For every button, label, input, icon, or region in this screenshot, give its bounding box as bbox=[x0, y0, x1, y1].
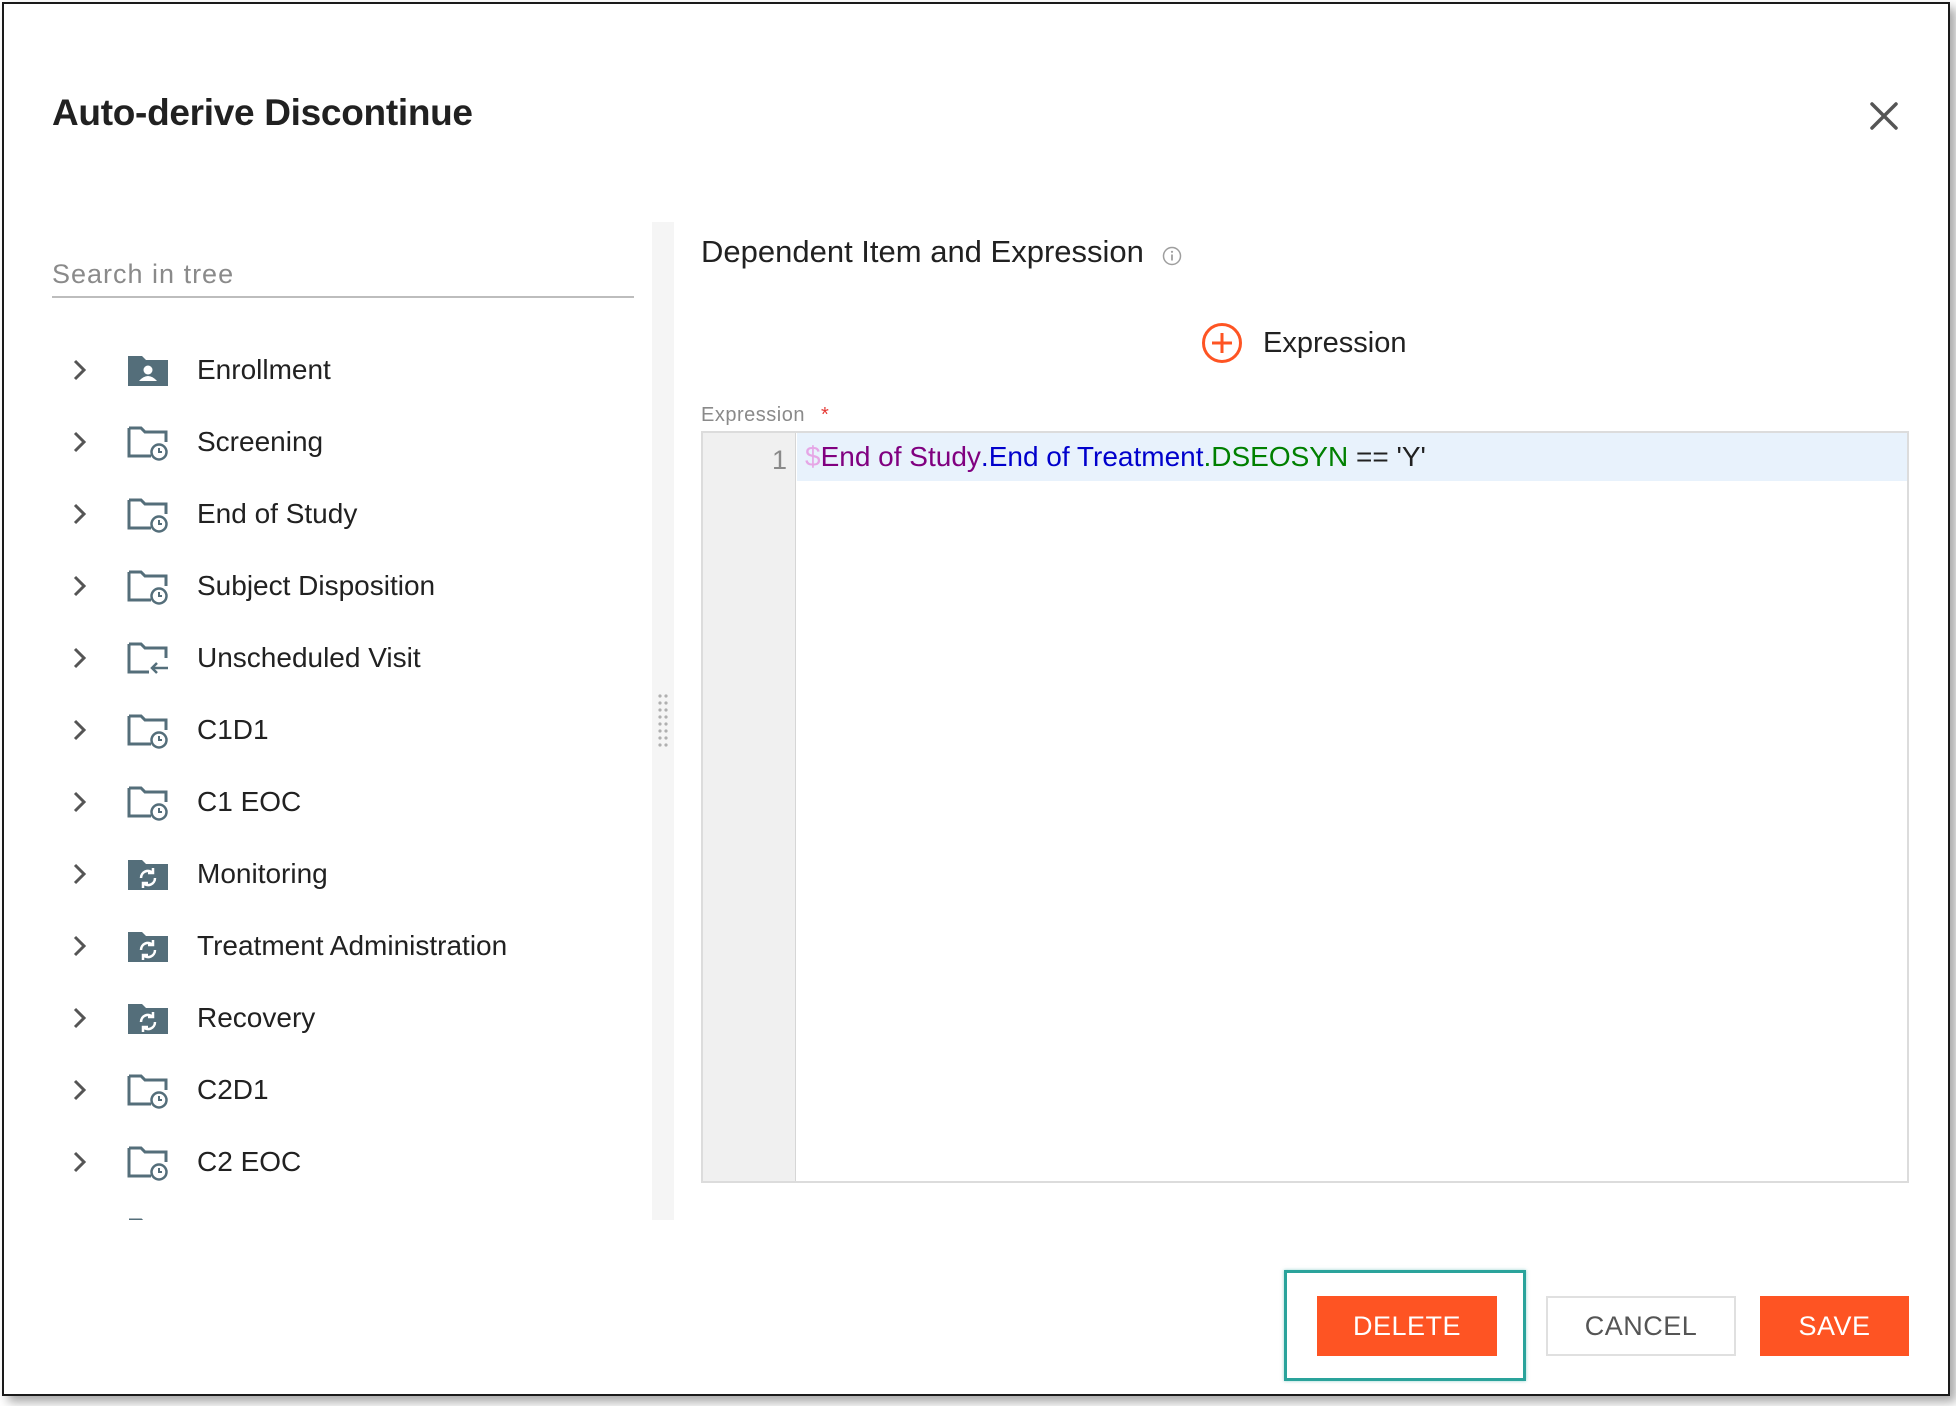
scheduled-folder-icon bbox=[127, 498, 168, 533]
tree-item-label: Subject Disposition bbox=[197, 570, 436, 601]
chevron-right-icon[interactable] bbox=[66, 788, 94, 816]
code-token-item: DSEOSYN bbox=[1211, 441, 1349, 472]
tree-item-label: C2 EOC bbox=[197, 1146, 302, 1177]
section-title: Dependent Item and Expression bbox=[701, 234, 1144, 269]
tree-item-monitoring[interactable]: Monitoring bbox=[52, 838, 652, 910]
chevron-right-icon[interactable] bbox=[66, 500, 94, 528]
tree-item-label: Enrollment bbox=[197, 354, 331, 385]
tree-item-c1-eoc[interactable]: C1 EOC bbox=[52, 766, 652, 838]
code-token-event: End of Treatment bbox=[988, 441, 1204, 472]
tree-item-label: C1 EOC bbox=[197, 786, 302, 817]
chevron-right-icon[interactable] bbox=[66, 1004, 94, 1032]
cancel-button[interactable]: CANCEL bbox=[1546, 1296, 1736, 1356]
add-expression-button[interactable]: Expression bbox=[1201, 321, 1406, 365]
line-number: 1 bbox=[771, 445, 787, 475]
scheduled-folder-icon bbox=[127, 570, 168, 605]
tree-item-recovery[interactable]: Recovery bbox=[52, 982, 652, 1054]
scheduled-folder-icon bbox=[127, 1218, 144, 1220]
tree-item-label: C2D1 bbox=[197, 1074, 269, 1105]
tree-item-treatment-administration[interactable]: Treatment Administration bbox=[52, 910, 652, 982]
cycle-folder-icon bbox=[128, 860, 168, 890]
chevron-right-icon[interactable] bbox=[66, 428, 94, 456]
close-icon bbox=[1870, 102, 1898, 130]
tree-item-label: C1D1 bbox=[197, 714, 269, 745]
delete-button[interactable]: DELETE bbox=[1317, 1296, 1497, 1356]
search-input[interactable] bbox=[52, 252, 634, 296]
tree-item-partial bbox=[52, 1198, 652, 1220]
code-token-dollar: $ bbox=[805, 441, 821, 472]
chevron-right-icon[interactable] bbox=[66, 716, 94, 744]
scheduled-folder-icon bbox=[127, 714, 168, 749]
add-circle-icon bbox=[1202, 323, 1242, 363]
auto-derive-dialog: Auto-derive Discontinue Enrollment bbox=[2, 2, 1950, 1396]
chevron-right-icon[interactable] bbox=[66, 356, 94, 384]
tree-item-c2d1[interactable]: C2D1 bbox=[52, 1054, 652, 1126]
tree-item-label: Unscheduled Visit bbox=[197, 642, 421, 673]
expression-editor[interactable]: 1 $ End of Study . End of Treatment . DS… bbox=[701, 431, 1909, 1183]
drag-handle-icon[interactable] bbox=[656, 692, 670, 752]
visit-tree: Enrollment Screening End of Study Subjec… bbox=[52, 334, 652, 1220]
chevron-right-icon[interactable] bbox=[66, 860, 94, 888]
chevron-right-icon[interactable] bbox=[66, 932, 94, 960]
chevron-right-icon[interactable] bbox=[66, 1148, 94, 1176]
chevron-right-icon[interactable] bbox=[66, 644, 94, 672]
code-token-dot: . bbox=[1203, 441, 1212, 472]
info-icon[interactable] bbox=[1162, 246, 1182, 266]
scheduled-folder-icon bbox=[127, 426, 168, 461]
unscheduled-folder-icon bbox=[127, 642, 168, 674]
tree-item-unscheduled-visit[interactable]: Unscheduled Visit bbox=[52, 622, 652, 694]
code-token-operator: == 'Y' bbox=[1348, 441, 1426, 472]
close-button[interactable] bbox=[1860, 92, 1908, 140]
editor-gutter: 1 bbox=[703, 433, 796, 1181]
add-expression-label: Expression bbox=[1263, 326, 1407, 359]
scheduled-folder-icon bbox=[127, 1074, 168, 1109]
scheduled-folder-icon bbox=[127, 786, 168, 821]
tree-item-label: End of Study bbox=[197, 498, 358, 529]
tree-item-screening[interactable]: Screening bbox=[52, 406, 652, 478]
required-marker: * bbox=[821, 404, 829, 426]
tree-item-enrollment[interactable]: Enrollment bbox=[52, 334, 652, 406]
cycle-folder-icon bbox=[128, 1004, 168, 1034]
tree-item-c2-eoc[interactable]: C2 EOC bbox=[52, 1126, 652, 1198]
dialog-title: Auto-derive Discontinue bbox=[52, 92, 473, 133]
code-token-dot: . bbox=[980, 441, 989, 472]
tree-item-label: Screening bbox=[197, 426, 324, 457]
tree-item-end-of-study[interactable]: End of Study bbox=[52, 478, 652, 550]
chevron-right-icon[interactable] bbox=[66, 1076, 94, 1104]
code-line[interactable]: $ End of Study . End of Treatment . DSEO… bbox=[797, 433, 1907, 481]
tree-item-label: Treatment Administration bbox=[197, 930, 508, 961]
scheduled-folder-icon bbox=[127, 1146, 168, 1181]
tree-item-label: Recovery bbox=[197, 1002, 316, 1033]
subject-folder-icon bbox=[128, 356, 168, 386]
tree-item-label: Monitoring bbox=[197, 858, 328, 889]
chevron-right-icon[interactable] bbox=[66, 572, 94, 600]
tree-search bbox=[52, 252, 634, 298]
cycle-folder-icon bbox=[128, 932, 168, 962]
tree-item-c1d1[interactable]: C1D1 bbox=[52, 694, 652, 766]
tree-item-subject-disposition[interactable]: Subject Disposition bbox=[52, 550, 652, 622]
save-button[interactable]: SAVE bbox=[1760, 1296, 1909, 1356]
code-token-form: End of Study bbox=[820, 441, 981, 472]
expression-field-label: Expression bbox=[701, 404, 805, 426]
